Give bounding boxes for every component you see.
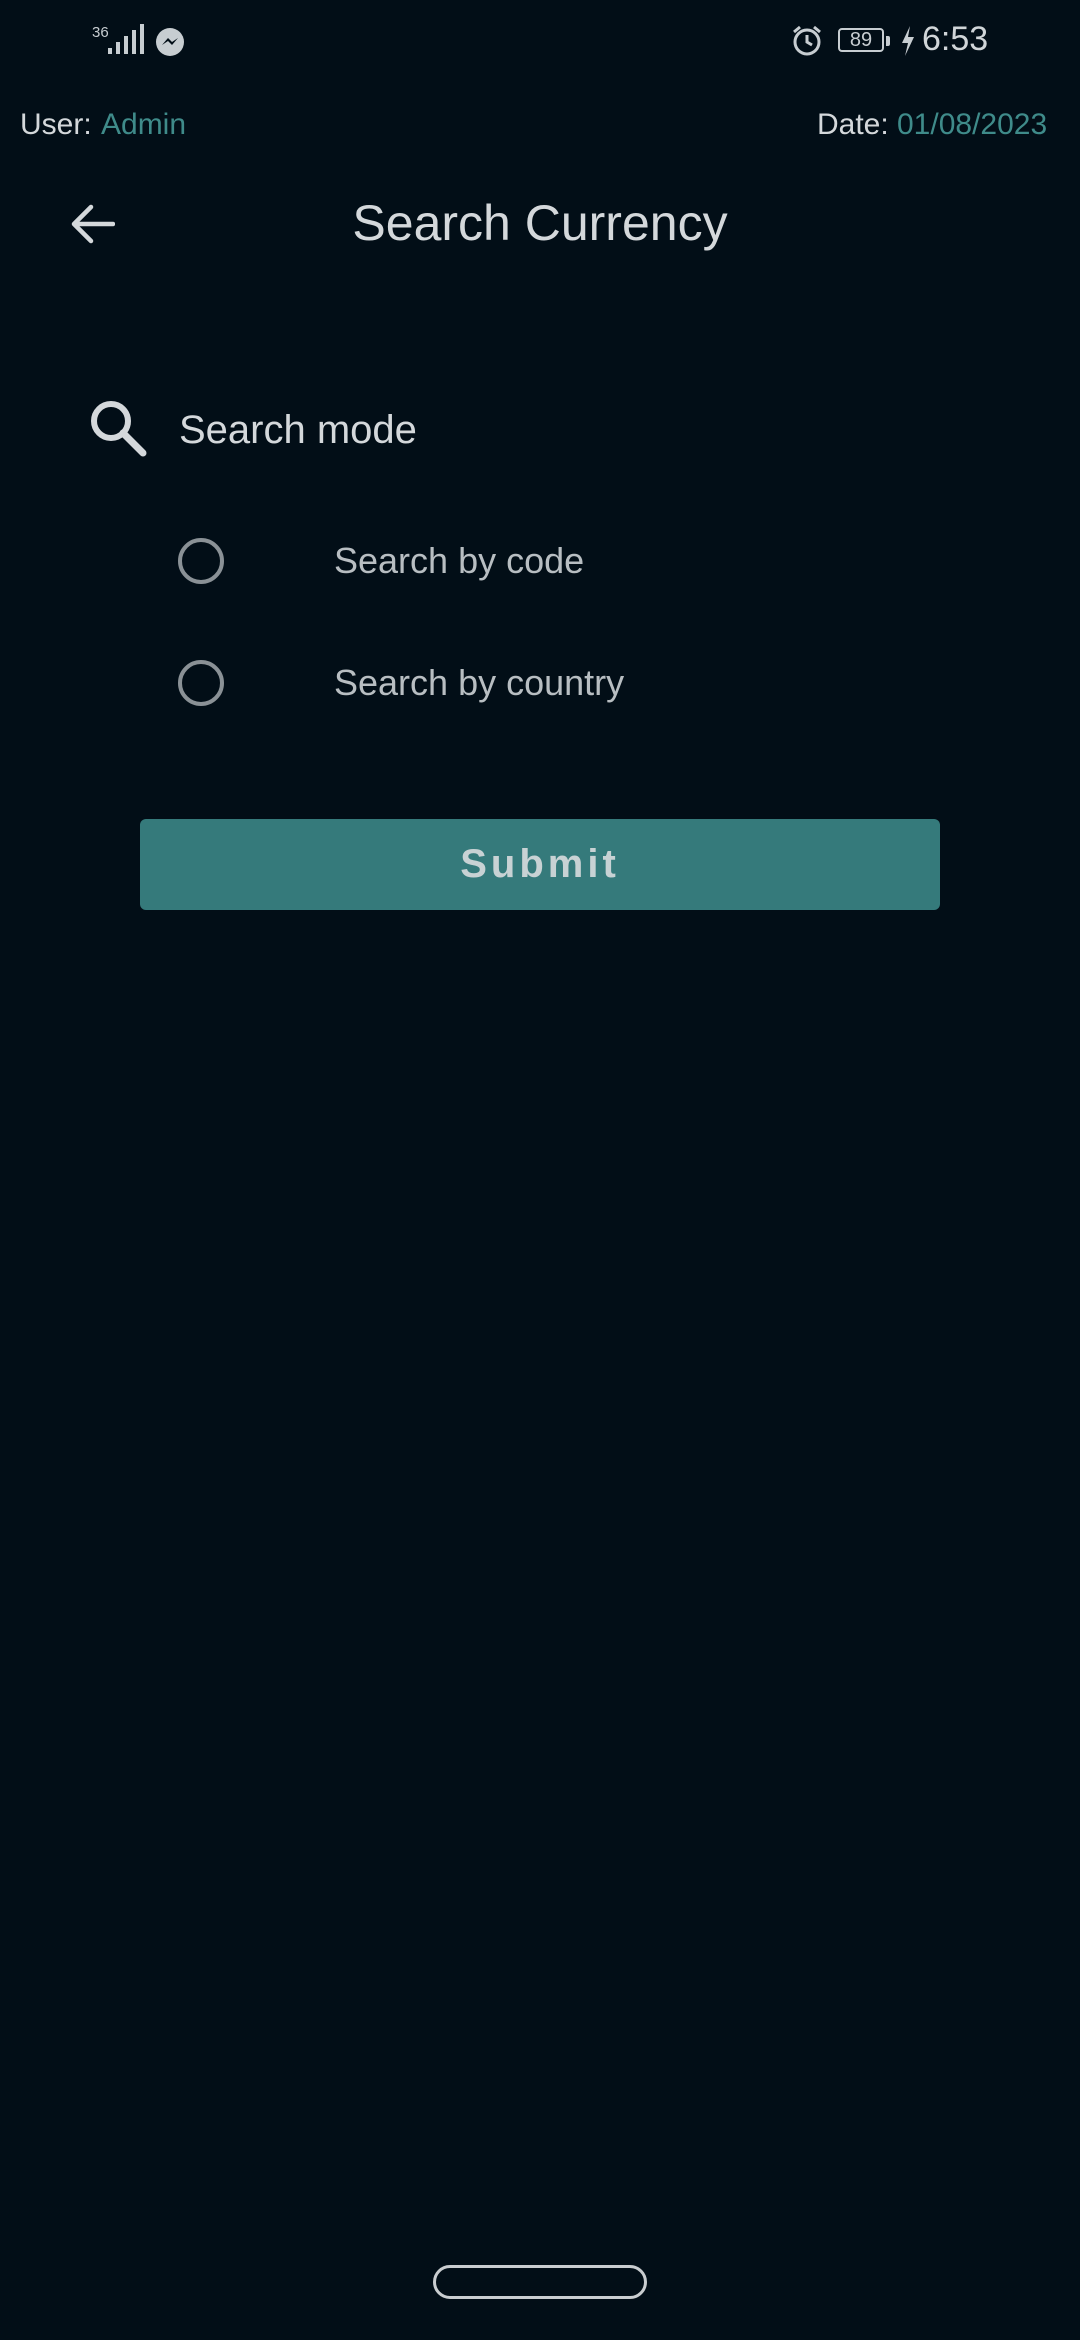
battery-icon: 89 xyxy=(838,28,884,52)
signal-icon xyxy=(108,24,144,61)
status-time: 6:53 xyxy=(922,20,989,58)
submit-label: Submit xyxy=(460,842,620,886)
date-label: Date: xyxy=(817,108,889,141)
radio-button[interactable] xyxy=(178,660,224,706)
user-value: Admin xyxy=(101,108,187,141)
submit-button[interactable]: Submit xyxy=(140,819,940,910)
search-icon xyxy=(88,398,148,463)
alarm-icon xyxy=(790,24,824,63)
battery-tip xyxy=(886,36,890,46)
radio-search-by-country[interactable]: Search by country xyxy=(176,648,876,718)
search-mode-label: Search mode xyxy=(179,408,417,452)
charging-icon xyxy=(900,26,916,61)
home-gesture-bar[interactable] xyxy=(433,2265,647,2299)
radio-label: Search by country xyxy=(334,662,625,703)
user-label: User: xyxy=(20,108,92,141)
page-title: Search Currency xyxy=(352,195,728,251)
radio-button[interactable] xyxy=(178,538,224,584)
radio-label: Search by code xyxy=(334,540,585,581)
date-value: 01/08/2023 xyxy=(897,108,1048,141)
radio-search-by-code[interactable]: Search by code xyxy=(176,526,876,596)
messenger-icon xyxy=(154,26,186,63)
network-type: 36 xyxy=(92,24,109,41)
